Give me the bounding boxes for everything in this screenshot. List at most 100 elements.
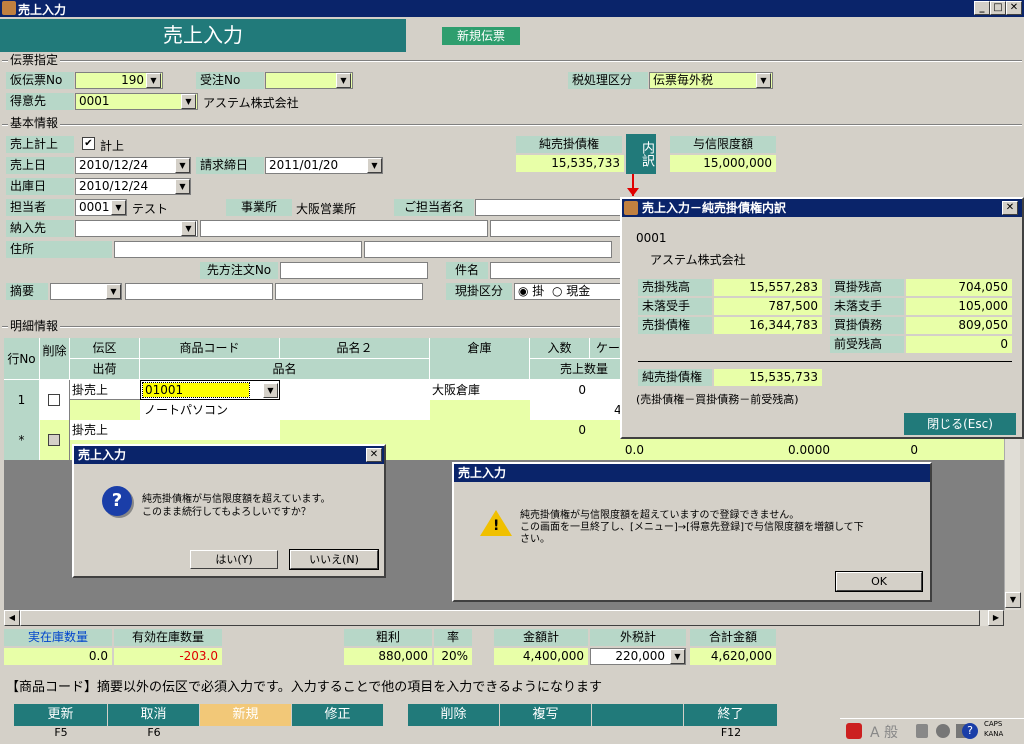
close-button[interactable]: ✕ [1006,1,1022,15]
receivable-balance-value: 15,557,283 [714,279,822,296]
confirm-titlebar: 売上入力 ✕ [74,446,384,464]
breakdown-close-icon[interactable]: ✕ [1002,201,1018,215]
ship-date-field[interactable]: 2010/12/24 [75,178,191,195]
tool-icon[interactable] [916,724,928,738]
receivable-balance-label: 売掛残高 [638,279,712,296]
status-message: 【商品コード】摘要以外の伝区で必須入力です。入力することで他の項目を入力できるよ… [6,680,603,695]
contact-field[interactable] [475,199,625,216]
payable-balance-label: 買掛残高 [830,279,904,296]
memo-label: 摘要 [6,283,48,300]
ime-icon[interactable] [846,723,862,739]
edit-button[interactable]: 修正 [292,704,384,726]
scroll-right-icon[interactable]: ▶ [988,610,1004,626]
memo2-field[interactable] [275,283,423,300]
client-order-field[interactable] [280,262,428,279]
sales-record-checkbox[interactable]: ✔ [82,137,95,150]
error-message-3: さい。 [520,534,550,545]
sales-record-check-label: 計上 [100,139,125,153]
product-code-cell[interactable]: 01001 ▼ [140,380,280,400]
ship-date-dropdown[interactable]: ▼ [175,179,190,194]
temp-no-dropdown[interactable]: ▼ [146,73,161,88]
credit-limit-value: 15,000,000 [670,155,776,172]
delivery-code-field[interactable] [75,220,198,237]
new-button[interactable]: 新規 [200,704,292,726]
warning-mark: ! [493,518,500,534]
copy-button[interactable]: 複写 [500,704,592,726]
sales-date-field[interactable]: 2010/12/24 [75,157,191,174]
blank-fkey[interactable] [592,704,684,726]
net-receivable-label: 純売掛債権 [516,136,622,153]
breakdown-formula: (売掛債権－買掛債務－前受残高) [636,393,799,406]
ime-mode-text[interactable]: A 般 [870,722,898,742]
office-value: 大阪営業所 [296,202,357,216]
memo-dropdown[interactable]: ▼ [106,284,121,299]
delivery-dropdown[interactable]: ▼ [181,221,196,236]
tax-dropdown[interactable]: ▼ [756,73,771,88]
slip-type-cell[interactable]: 掛売上 [70,420,140,440]
temp-no-label: 仮伝票No [6,72,74,89]
slip-type-cell[interactable]: 掛売上 [70,380,140,400]
tax-select[interactable]: 伝票毎外税 [649,72,773,89]
breakdown-close-button[interactable]: 閉じる(Esc) [904,413,1016,435]
order-no-dropdown[interactable]: ▼ [336,73,351,88]
cancel-button[interactable]: 取消 [108,704,200,726]
product-name-cell[interactable]: ノートパソコン [140,400,430,420]
product-code-cell[interactable] [140,420,280,440]
exit-button[interactable]: 終了 [684,704,778,726]
subject-field[interactable] [490,262,625,279]
delivery-label: 納入先 [6,220,74,237]
avail-label: 有効在庫数量 [114,629,222,646]
maximize-button[interactable]: □ [990,1,1006,15]
delivery-name-field[interactable] [200,220,488,237]
ime-toolbar: A 般 ? CAPS KANA [840,718,1024,742]
col-product-name2: 品名２ [280,338,430,359]
qty-per-cell[interactable]: 0 [530,380,590,400]
scroll-down-icon[interactable]: ▼ [1005,592,1021,608]
pay-radio-credit[interactable]: ◉ [518,284,532,298]
address-label: 住所 [6,241,112,258]
billing-close-field[interactable]: 2011/01/20 [265,157,383,174]
horizontal-scrollbar[interactable]: ◀ ▶ [4,610,1004,626]
confirm-close-icon[interactable]: ✕ [366,448,382,462]
delete-checkbox[interactable] [48,434,60,446]
row-no-cell: * [4,420,40,460]
customer-code-field[interactable]: 0001 [75,93,198,110]
delete-checkbox[interactable] [48,394,60,406]
billing-close-dropdown[interactable]: ▼ [367,158,382,173]
ship-cell[interactable] [70,400,140,420]
unsettled-notes-paid-value: 105,000 [906,298,1012,315]
payables-value: 809,050 [906,317,1012,334]
yes-button[interactable]: はい(Y) [190,550,278,569]
address2-field[interactable] [364,241,612,258]
customer-dropdown[interactable]: ▼ [181,94,196,109]
minimize-button[interactable]: _ [974,1,990,15]
scroll-thumb[interactable] [20,610,980,626]
detail-button[interactable]: 内訳 [626,134,656,174]
staff-dropdown[interactable]: ▼ [111,200,126,215]
confirm-message-2: このまま続行してもよろしいですか？ [142,507,311,518]
delete-button[interactable]: 削除 [408,704,500,726]
no-button[interactable]: いいえ(N) [289,549,379,570]
delivery-name2-field[interactable] [490,220,625,237]
product-name2-cell [280,420,430,440]
ok-button[interactable]: OK [835,571,923,592]
product-name2-cell[interactable] [280,380,430,400]
address1-field[interactable] [114,241,362,258]
sales-date-dropdown[interactable]: ▼ [175,158,190,173]
grand-total-label: 合計金額 [690,629,776,646]
row-no-cell: 1 [4,380,40,420]
product-code-dropdown[interactable]: ▼ [263,383,278,398]
help-icon[interactable]: ? [962,723,978,739]
update-button[interactable]: 更新 [14,704,108,726]
memo1-field[interactable] [125,283,273,300]
subject-label: 件名 [446,262,488,279]
product-code-value: 01001 [142,382,250,398]
scroll-left-icon[interactable]: ◀ [4,610,20,626]
error-title: 売上入力 [458,466,507,480]
f6-key-label: F6 [147,726,161,739]
pay-radio-cash[interactable]: ○ [548,284,566,298]
tool2-icon[interactable] [936,724,950,738]
net-receivable-label-popup: 純売掛債権 [638,369,712,386]
tax-total-dropdown[interactable]: ▼ [670,649,685,664]
warehouse-cell[interactable]: 大阪倉庫 [430,380,530,400]
